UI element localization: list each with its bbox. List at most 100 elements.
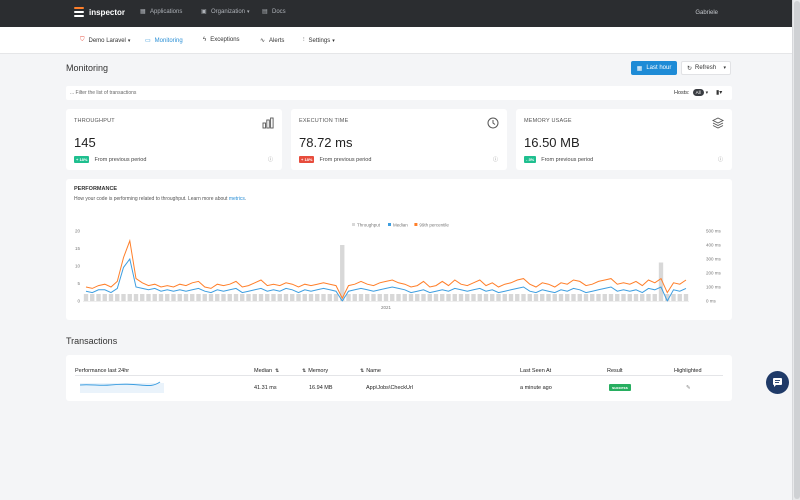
legend-swatch — [352, 223, 355, 226]
tab-label: Alerts — [269, 37, 285, 44]
throughput-bar — [152, 294, 157, 301]
transactions-title: Transactions — [66, 336, 118, 346]
throughput-bar — [571, 294, 576, 301]
transactions-table: Performance last 24hr Median ⇅ ⇅ Memory … — [66, 355, 732, 401]
throughput-bar — [433, 294, 439, 301]
y-tick-right: 200 ms — [706, 271, 722, 276]
throughput-bar — [365, 294, 370, 301]
pin-icon[interactable]: ✎ — [686, 385, 691, 391]
throughput-bar — [83, 294, 89, 301]
tab-exceptions[interactable]: ϟ Exceptions — [203, 37, 240, 43]
period-label: From previous period — [319, 156, 372, 163]
topnav-organization[interactable]: ▣ Organization ▾ — [201, 9, 250, 15]
throughput-bar — [246, 294, 251, 301]
throughput-bar — [490, 294, 495, 301]
top-navbar: inspector ▦ Applications ▣ Organization … — [0, 0, 800, 27]
legend-label: 99th percentile — [419, 223, 449, 228]
throughput-bar — [190, 294, 195, 301]
chevron-down-icon: ▾ — [332, 37, 335, 44]
throughput-bar — [296, 294, 301, 301]
p99-line — [85, 238, 687, 300]
throughput-bar — [483, 294, 489, 301]
y-tick-left: 5 — [77, 281, 80, 286]
throughput-bar — [302, 294, 307, 301]
user-menu[interactable]: Gabriele — [695, 10, 718, 16]
throughput-bar — [640, 294, 645, 301]
chevron-down-icon: ▾ — [705, 89, 709, 96]
topnav-docs[interactable]: ▤ Docs — [262, 9, 286, 15]
throughput-bar — [102, 294, 107, 301]
project-subnav: ⛉ Demo Laravel ▾ ▭ Monitoring ϟ Exceptio… — [0, 27, 792, 54]
time-range-button[interactable]: ▦ Last hour — [631, 61, 677, 75]
throughput-bar — [583, 294, 589, 301]
change-badge: + 18% — [74, 156, 90, 163]
throughput-bar — [208, 294, 214, 301]
refresh-icon: ↻ — [687, 65, 693, 72]
tab-settings[interactable]: ⫶ Settings ▾ — [303, 37, 335, 44]
y-tick-left: 20 — [75, 229, 81, 234]
sliders-icon: ⫶ — [303, 37, 305, 43]
metric-trend: - 3% From previous period — [524, 156, 593, 163]
transactions-filter-input[interactable]: ... Filter the list of transactions — [70, 90, 136, 96]
row-name[interactable]: App\Jobs\CheckUrl — [366, 385, 413, 391]
scrollbar-thumb[interactable] — [794, 1, 800, 499]
chevron-down-icon: ▾ — [247, 9, 250, 15]
throughput-bar — [621, 294, 626, 301]
throughput-bar — [540, 294, 545, 301]
y-tick-right: 400 ms — [706, 243, 722, 248]
throughput-bar — [290, 294, 295, 301]
chat-icon — [773, 378, 782, 387]
layers-icon — [712, 117, 724, 129]
tab-monitoring[interactable]: ▭ Monitoring — [145, 37, 183, 45]
calendar-icon: ▦ — [636, 65, 643, 72]
project-selector[interactable]: ⛉ Demo Laravel ▾ — [80, 37, 130, 44]
sort-icon: ⇅ — [360, 368, 365, 374]
throughput-bar — [221, 294, 226, 301]
chat-support-button[interactable] — [766, 371, 789, 394]
throughput-bar — [633, 294, 639, 301]
col-memory[interactable]: ⇅ Memory — [302, 368, 328, 374]
header-divider — [75, 375, 723, 376]
organization-icon: ▣ — [201, 9, 207, 15]
sort-icon: ⇅ — [302, 368, 307, 374]
throughput-bar — [352, 294, 357, 301]
col-result: Result — [607, 368, 623, 374]
hosts-filter[interactable]: Hosts: All ▾ — [674, 89, 708, 96]
throughput-bar — [627, 294, 632, 301]
col-highlighted: Highlighted — [674, 368, 702, 374]
bookmark-icon[interactable]: ▮▾ — [716, 89, 722, 96]
y-tick-right: 0 ms — [706, 299, 717, 304]
throughput-bar — [140, 294, 145, 301]
col-label: Median — [254, 368, 273, 374]
info-icon[interactable]: ⓘ — [493, 156, 498, 163]
throughput-bar — [358, 294, 364, 301]
throughput-bar — [252, 294, 257, 301]
page-scrollbar[interactable] — [792, 0, 800, 500]
result-badge: success — [609, 384, 631, 391]
throughput-bar — [683, 294, 689, 301]
throughput-bar — [108, 294, 114, 301]
refresh-button[interactable]: ↻ Refresh ▾ — [681, 61, 731, 75]
throughput-bar — [440, 294, 445, 301]
info-icon[interactable]: ⓘ — [718, 156, 723, 163]
chevron-down-icon[interactable]: ▾ — [723, 65, 726, 71]
col-name[interactable]: ⇅ Name — [360, 368, 381, 374]
app-logo[interactable]: inspector — [74, 7, 125, 18]
throughput-bar — [115, 294, 120, 301]
metric-title: MEMORY USAGE — [524, 118, 572, 124]
execution-time-card: EXECUTION TIME 78.72 ms + 18% From previ… — [291, 109, 507, 170]
legend-label: Throughput — [357, 223, 381, 228]
throughput-bar — [402, 294, 407, 301]
throughput-bar — [552, 294, 557, 301]
monitor-icon: ▭ — [145, 38, 151, 44]
col-median[interactable]: Median ⇅ — [254, 368, 279, 374]
throughput-bar — [515, 294, 520, 301]
info-icon[interactable]: ⓘ — [268, 156, 273, 163]
y-tick-right: 100 ms — [706, 285, 722, 290]
throughput-bar — [677, 294, 682, 301]
memory-usage-card: MEMORY USAGE 16.50 MB - 3% From previous… — [516, 109, 732, 170]
topnav-applications[interactable]: ▦ Applications — [140, 9, 182, 15]
tab-alerts[interactable]: ∿ Alerts — [260, 37, 285, 45]
throughput-bar — [265, 294, 270, 301]
throughput-bar — [227, 294, 232, 301]
